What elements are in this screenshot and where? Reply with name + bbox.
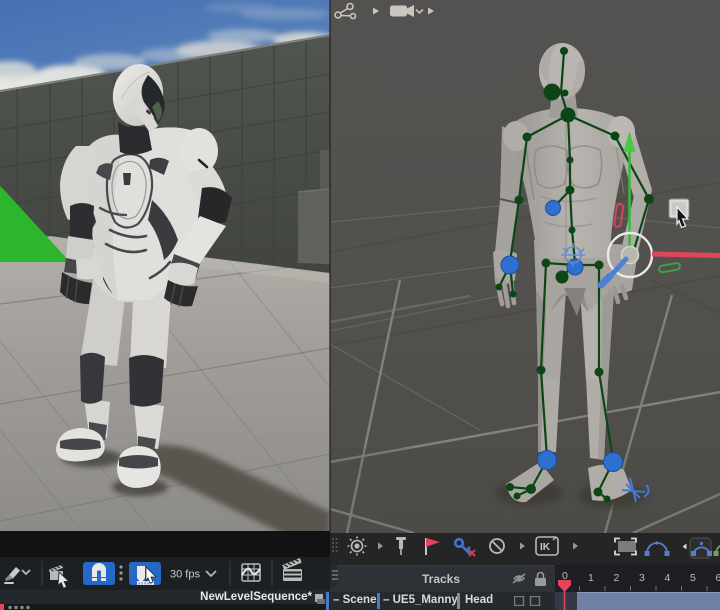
svg-text:4: 4 xyxy=(665,572,671,584)
svg-text:5: 5 xyxy=(690,572,696,584)
svg-text:2: 2 xyxy=(614,572,620,584)
svg-text:30 fps: 30 fps xyxy=(170,569,200,581)
svg-text:6: 6 xyxy=(716,572,720,584)
svg-text:3: 3 xyxy=(639,572,645,584)
svg-text:IK: IK xyxy=(540,542,551,553)
svg-text:1: 1 xyxy=(588,572,594,584)
